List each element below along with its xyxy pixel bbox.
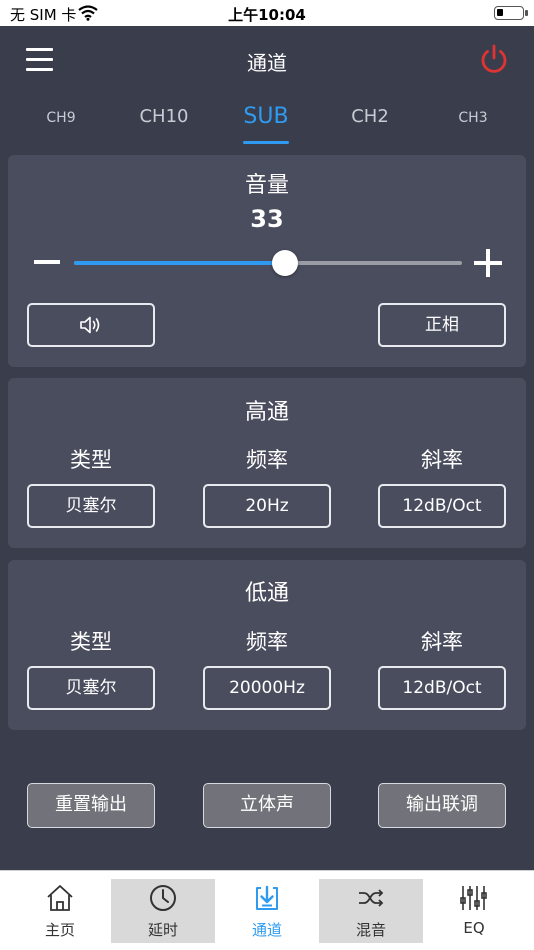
nav-home-label: 主页 xyxy=(44,921,75,939)
nav-delay[interactable]: 延时 xyxy=(111,879,215,943)
highpass-slope-label: 斜率 xyxy=(421,448,463,472)
lowpass-title: 低通 xyxy=(244,581,289,606)
volume-increase-button-vertical[interactable] xyxy=(486,249,490,277)
highpass-title: 高通 xyxy=(244,400,289,425)
volume-slider[interactable] xyxy=(74,245,462,281)
header: 通道 xyxy=(0,26,534,96)
lowpass-slope-label: 斜率 xyxy=(421,630,463,654)
mute-button[interactable] xyxy=(27,303,155,347)
highpass-card: 高通 类型 频率 斜率 贝塞尔 20Hz 12dB/Oct xyxy=(8,378,526,548)
channel-download-icon xyxy=(256,885,278,910)
speaker-icon xyxy=(80,316,100,334)
highpass-freq-button[interactable]: 20Hz xyxy=(203,484,331,528)
lowpass-type-label: 类型 xyxy=(70,630,112,654)
tab-sub[interactable]: SUB xyxy=(226,104,306,129)
volume-value: 33 xyxy=(250,205,284,233)
nav-mix[interactable]: 混音 xyxy=(319,879,423,943)
tab-ch10[interactable]: CH10 xyxy=(124,106,204,127)
slider-thumb[interactable] xyxy=(272,250,299,276)
nav-eq-label: EQ xyxy=(463,919,485,937)
battery-icon xyxy=(494,6,528,20)
nav-channel[interactable]: 通道 xyxy=(215,879,319,943)
home-icon xyxy=(47,885,73,911)
active-tab-indicator xyxy=(243,141,289,144)
page-title: 通道 xyxy=(247,51,287,75)
shuffle-icon xyxy=(359,889,384,907)
reset-output-button[interactable]: 重置输出 xyxy=(27,783,155,828)
power-icon[interactable] xyxy=(478,43,510,75)
lowpass-freq-label: 频率 xyxy=(246,630,288,654)
clock-icon xyxy=(150,885,176,911)
tab-ch9[interactable]: CH9 xyxy=(21,110,101,126)
phase-button[interactable]: 正相 xyxy=(378,303,506,347)
lowpass-freq-button[interactable]: 20000Hz xyxy=(203,666,331,710)
highpass-slope-button[interactable]: 12dB/Oct xyxy=(378,484,506,528)
clock-time: 上午10:04 xyxy=(228,6,306,24)
nav-mix-label: 混音 xyxy=(355,921,386,939)
highpass-freq-label: 频率 xyxy=(246,448,288,472)
volume-card: 音量 33 正相 xyxy=(8,155,526,367)
lowpass-type-button[interactable]: 贝塞尔 xyxy=(27,666,155,710)
highpass-type-label: 类型 xyxy=(70,448,112,472)
output-link-button[interactable]: 输出联调 xyxy=(378,783,506,828)
slider-fill xyxy=(74,261,286,265)
lowpass-slope-button[interactable]: 12dB/Oct xyxy=(378,666,506,710)
nav-home[interactable]: 主页 xyxy=(8,879,112,943)
tab-ch3[interactable]: CH3 xyxy=(433,110,513,126)
nav-channel-label: 通道 xyxy=(251,921,282,939)
nav-delay-label: 延时 xyxy=(147,921,178,939)
stereo-button[interactable]: 立体声 xyxy=(203,783,331,828)
bottom-nav: 主页 延时 通道 混音 EQ xyxy=(0,870,534,950)
equalizer-icon xyxy=(460,886,487,910)
highpass-type-button[interactable]: 贝塞尔 xyxy=(27,484,155,528)
channel-tabs: CH9 CH10 SUB CH2 CH3 xyxy=(0,98,534,148)
lowpass-card: 低通 类型 频率 斜率 贝塞尔 20000Hz 12dB/Oct xyxy=(8,560,526,730)
volume-decrease-button[interactable] xyxy=(34,260,60,264)
nav-eq[interactable]: EQ xyxy=(422,879,526,943)
volume-title: 音量 xyxy=(244,173,289,198)
tab-ch2[interactable]: CH2 xyxy=(330,106,410,127)
status-bar: 无 SIM 卡 上午10:04 xyxy=(0,0,534,26)
